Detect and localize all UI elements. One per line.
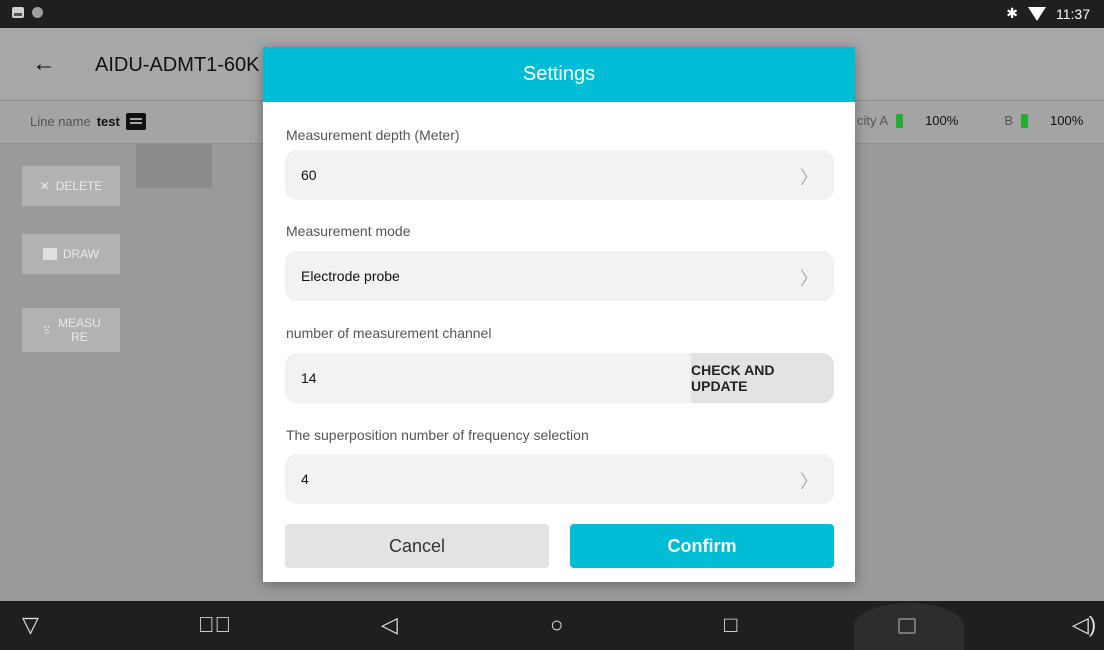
confirm-button[interactable]: Confirm <box>570 524 834 568</box>
channel-label: number of measurement channel <box>286 325 492 341</box>
volume-up-icon[interactable]: ◁) <box>1072 613 1096 637</box>
depth-field[interactable]: 60 〉 <box>285 150 834 200</box>
notification-dot-icon <box>32 7 43 18</box>
back-arrow-icon[interactable]: ← <box>32 50 56 78</box>
image-icon <box>42 248 57 260</box>
home-nav-icon[interactable]: ○ <box>550 613 563 637</box>
capacity-b-value: 100% <box>1050 113 1084 128</box>
chevron-right-icon: 〉 <box>800 269 818 289</box>
dialog-title: Settings <box>263 47 855 102</box>
chevron-right-icon: 〉 <box>800 472 818 492</box>
capacity-a-label: city A <box>857 113 889 128</box>
check-and-update-button[interactable]: CHECK AND UPDATE <box>691 353 834 403</box>
mode-value: Electrode probe <box>301 268 400 284</box>
back-nav-icon[interactable]: ◁ <box>381 613 398 637</box>
channel-value: 14 <box>301 370 317 386</box>
capacity-b-label: B <box>1004 113 1013 128</box>
delete-button[interactable]: ✕ DELETE <box>22 166 120 206</box>
capacity-a-value: 100% <box>925 113 959 128</box>
frequency-label: The superposition number of frequency se… <box>286 427 589 443</box>
measure-button-label: MEASU RE <box>58 316 101 344</box>
probe-icon: ⍤ <box>41 319 53 340</box>
battery-a-icon <box>896 113 904 128</box>
clock: 11:37 <box>1056 5 1090 22</box>
bluetooth-icon: ✱ <box>1006 5 1018 21</box>
draw-button[interactable]: DRAW <box>22 234 120 274</box>
chevron-right-icon: 〉 <box>800 168 818 188</box>
recents-nav-icon[interactable]: □ <box>724 613 737 637</box>
hide-nav-icon[interactable]: ▽ <box>22 613 39 637</box>
line-name-value: test <box>96 114 120 129</box>
delete-button-label: DELETE <box>55 179 103 193</box>
depth-label: Measurement depth (Meter) <box>286 127 460 143</box>
mode-label: Measurement mode <box>286 223 411 239</box>
close-icon: ✕ <box>39 179 50 193</box>
device-title: AIDU-ADMT1-60K <box>95 54 260 76</box>
depth-value: 60 <box>301 167 317 183</box>
frequency-value: 4 <box>301 471 309 487</box>
mode-field[interactable]: Electrode probe 〉 <box>285 251 834 301</box>
status-bar: ✱ 11:37 <box>0 0 1104 28</box>
settings-dialog: Settings Measurement depth (Meter) 60 〉 … <box>263 47 855 582</box>
frequency-field[interactable]: 4 〉 <box>285 454 834 504</box>
camera-icon <box>898 618 916 634</box>
measure-button[interactable]: ⍤ MEASU RE <box>22 308 120 352</box>
image-notification-icon <box>12 7 24 18</box>
draw-button-label: DRAW <box>62 247 100 261</box>
placeholder-block <box>136 144 212 188</box>
volume-down-icon[interactable]: ◁⃓ <box>198 613 231 637</box>
battery-b-icon <box>1021 113 1028 128</box>
line-name-label: Line name <box>30 114 91 129</box>
cancel-button[interactable]: Cancel <box>285 524 549 568</box>
message-icon[interactable] <box>125 113 146 130</box>
wifi-icon <box>1028 6 1046 21</box>
channel-field[interactable]: 14 CHECK AND UPDATE <box>285 353 834 403</box>
